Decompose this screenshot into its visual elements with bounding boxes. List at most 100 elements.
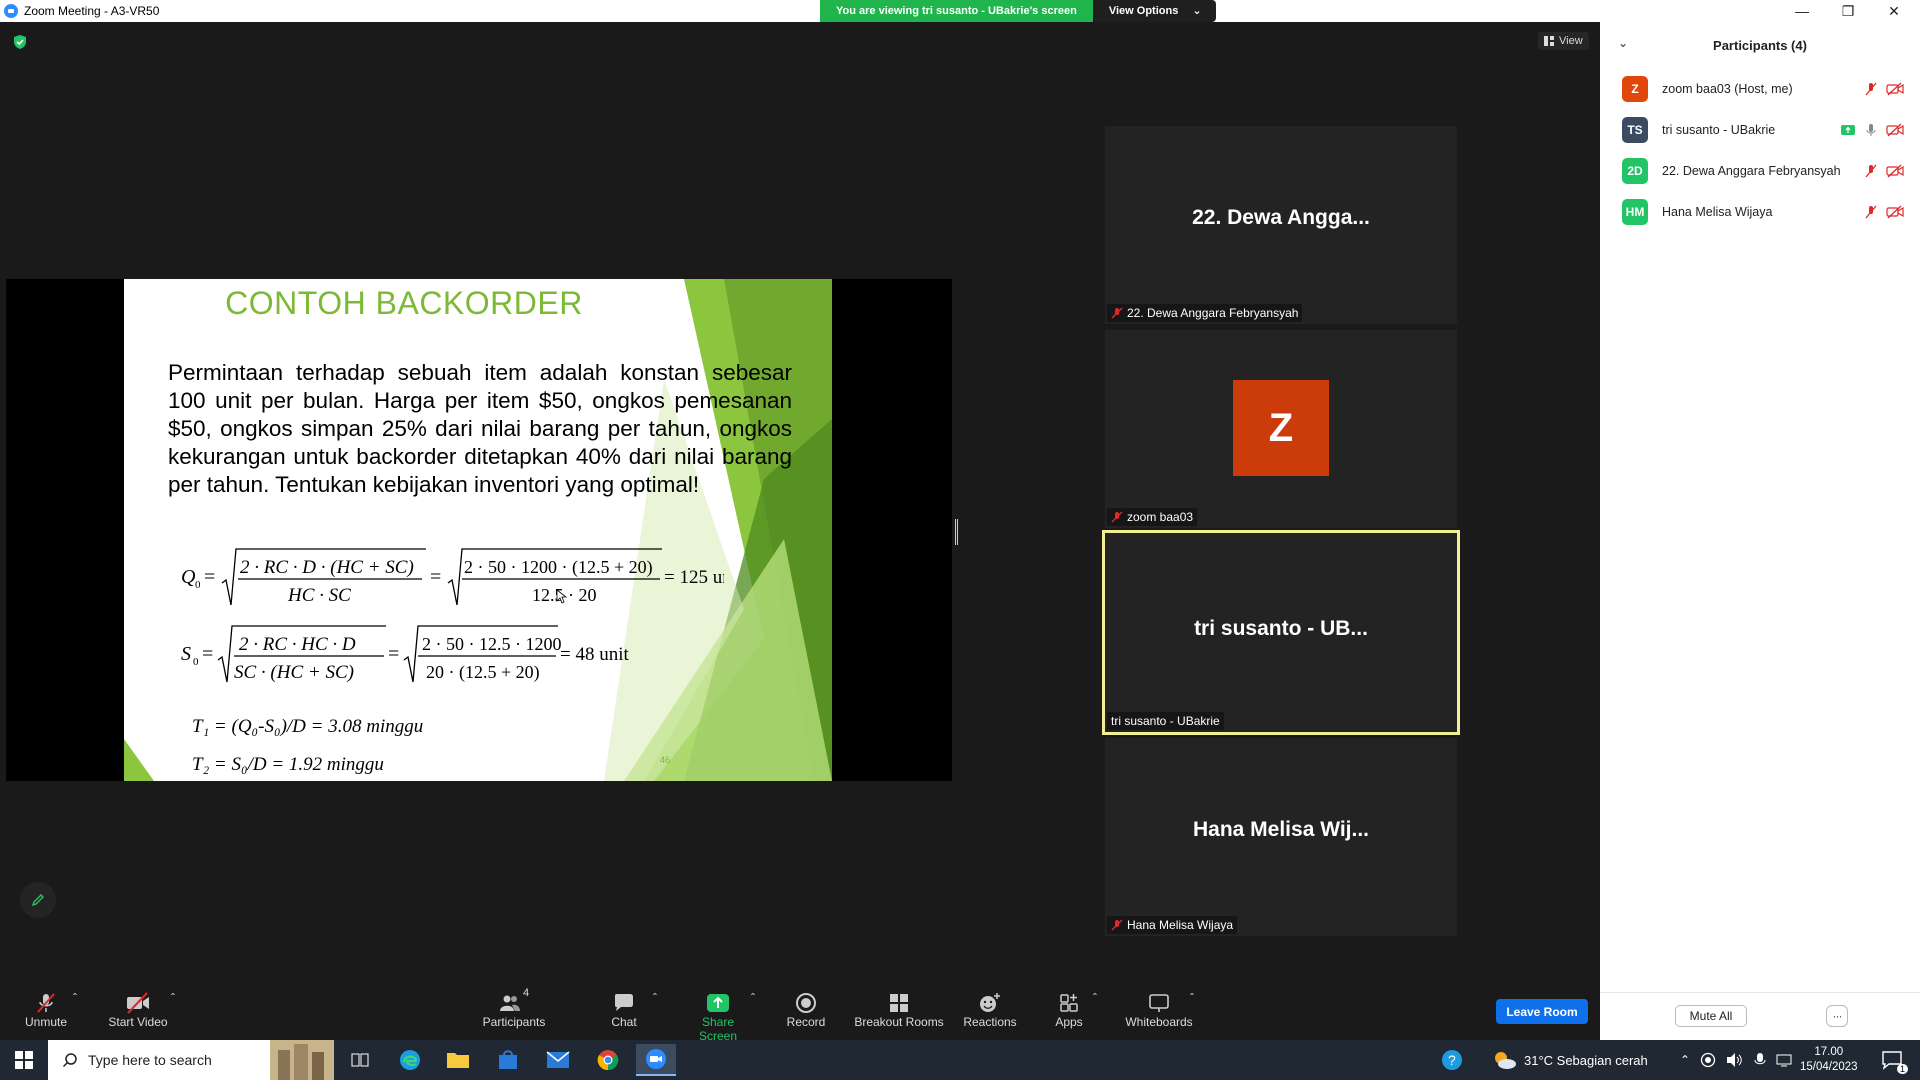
more-options-button[interactable]: ··· (1826, 1005, 1848, 1027)
chevron-down-icon[interactable]: ⌄ (1618, 36, 1628, 50)
video-tile-active-speaker[interactable]: tri susanto - UB... tri susanto - UBakri… (1102, 530, 1460, 735)
windows-logo-icon (15, 1051, 33, 1069)
start-video-button[interactable]: Start Video (106, 991, 170, 1029)
show-hidden-icons-caret[interactable]: ⌃ (1680, 1053, 1690, 1067)
restore-button[interactable]: ❐ (1826, 0, 1870, 22)
whiteboards-button[interactable]: Whiteboards (1124, 991, 1194, 1029)
share-screen-button[interactable]: Share Screen (682, 991, 754, 1043)
audio-options-caret[interactable]: ˆ (73, 991, 77, 1005)
annotate-button[interactable] (20, 882, 56, 918)
video-off-icon (1886, 164, 1904, 177)
video-off-icon (1886, 82, 1904, 95)
q0-lhs: Q (181, 566, 196, 588)
q0-formula: Q 0 = 2 · RC · D · (HC + SC) HC · SC = 2… (181, 548, 724, 606)
window-title: Zoom Meeting - A3-VR50 (24, 4, 160, 18)
meeting-toolbar: Unmute ˆ Start Video ˆ 4 Participants Ch… (0, 975, 1600, 1043)
whiteboard-icon (1149, 994, 1169, 1012)
mic-muted-icon (1111, 511, 1123, 523)
apps-label: Apps (1055, 1015, 1083, 1029)
s0-lhs-sub: 0 (193, 656, 199, 668)
slide-green-decoration (124, 279, 832, 781)
edge-app[interactable] (390, 1044, 430, 1076)
task-view-button[interactable] (340, 1044, 380, 1076)
participants-panel-title: Participants (4) (1713, 37, 1807, 53)
participants-button[interactable]: 4 Participants (478, 987, 550, 1029)
viewing-status: You are viewing tri susanto - UBakrie's … (820, 0, 1093, 22)
q0-numerator: 2 · RC · D · (HC + SC) (240, 557, 414, 578)
share-screen-icon (707, 994, 729, 1012)
breakout-rooms-label: Breakout Rooms (854, 1015, 944, 1029)
participants-label: Participants (482, 1015, 546, 1029)
apps-options-caret[interactable]: ˆ (1093, 991, 1097, 1005)
taskbar-search[interactable]: Type here to search (48, 1040, 334, 1080)
video-tile[interactable]: 22. Dewa Angga... 22. Dewa Anggara Febry… (1105, 126, 1457, 324)
q0-denominator: HC · SC (287, 585, 351, 606)
svg-text:=: = (430, 566, 441, 588)
grid-view-icon (1544, 36, 1554, 46)
store-app[interactable] (488, 1044, 528, 1076)
windows-taskbar: Type here to search ? 31°C Sebagian cera… (0, 1040, 1920, 1080)
start-button[interactable] (4, 1044, 44, 1076)
text-cursor-icon (556, 589, 567, 604)
microphone-tray-icon[interactable] (1754, 1052, 1766, 1068)
chevron-down-icon: ⌄ (1192, 5, 1202, 17)
reactions-button[interactable]: Reactions (962, 991, 1018, 1029)
file-explorer-app[interactable] (438, 1044, 478, 1076)
record-button[interactable]: Record (784, 991, 828, 1029)
breakout-rooms-button[interactable]: Breakout Rooms (854, 991, 944, 1029)
s0-formula: S 0 = 2 · RC · HC · D SC · (HC + SC) = 2… (181, 625, 629, 683)
unmute-label: Unmute (24, 1015, 68, 1029)
split-resize-handle[interactable] (955, 519, 958, 545)
chat-options-caret[interactable]: ˆ (653, 991, 657, 1005)
minimize-button[interactable]: — (1780, 0, 1824, 22)
mute-all-button[interactable]: Mute All (1675, 1005, 1747, 1027)
network-icon[interactable] (1776, 1052, 1794, 1068)
notification-count: 1 (1896, 1064, 1908, 1074)
unmute-button[interactable]: Unmute (22, 991, 70, 1029)
apps-button[interactable]: Apps (1052, 991, 1086, 1029)
svg-text:=: = (202, 643, 213, 665)
screen-sharing-icon (1841, 124, 1855, 135)
view-options-button[interactable]: View Options ⌄ (1092, 0, 1216, 22)
mail-app[interactable] (538, 1044, 578, 1076)
volume-icon[interactable] (1726, 1052, 1744, 1068)
chrome-app[interactable] (588, 1044, 628, 1076)
tile-participant-name: zoom baa03 (1127, 510, 1194, 524)
participant-row[interactable]: TS tri susanto - UBakrie (1600, 109, 1920, 150)
close-button[interactable]: ✕ (1872, 0, 1916, 22)
task-view-icon (351, 1053, 369, 1067)
participant-name: Hana Melisa Wijaya (1662, 204, 1773, 219)
s0-result: = 48 unit (560, 644, 629, 665)
security-shield-icon[interactable] (12, 34, 28, 50)
q0-result: = 125 unit (664, 567, 724, 588)
participant-name: 22. Dewa Anggara Febryansyah (1662, 163, 1841, 178)
video-options-caret[interactable]: ˆ (171, 991, 175, 1005)
record-tray-icon[interactable] (1700, 1052, 1716, 1068)
system-tray: ⌃ (1680, 1040, 1794, 1080)
notifications-button[interactable]: 1 (1872, 1044, 1912, 1076)
help-button[interactable]: ? (1432, 1044, 1472, 1076)
participants-count: 4 (522, 987, 530, 999)
video-tile[interactable]: Z zoom baa03 (1105, 330, 1457, 528)
search-highlight-image (270, 1040, 334, 1080)
clock[interactable]: 17.00 15/04/2023 (1800, 1040, 1858, 1080)
weather-widget[interactable]: 31°C Sebagian cerah (1492, 1040, 1648, 1080)
zoom-app[interactable] (636, 1044, 676, 1076)
participant-row[interactable]: Z zoom baa03 (Host, me) (1600, 68, 1920, 109)
leave-room-button[interactable]: Leave Room (1496, 999, 1588, 1024)
mic-muted-icon (1111, 919, 1123, 931)
chat-button[interactable]: Chat (598, 991, 650, 1029)
view-button[interactable]: View (1538, 32, 1589, 50)
participant-row[interactable]: 2D 22. Dewa Anggara Febryansyah (1600, 150, 1920, 191)
participant-row[interactable]: HM Hana Melisa Wijaya (1600, 191, 1920, 232)
video-tile[interactable]: Hana Melisa Wij... Hana Melisa Wijaya (1105, 738, 1457, 936)
weather-text: 31°C Sebagian cerah (1524, 1052, 1648, 1068)
share-options-caret[interactable]: ˆ (751, 991, 755, 1005)
tile-label: tri susanto - UBakrie (1107, 712, 1224, 730)
presentation-slide: CONTOH BACKORDER Permintaan terhadap seb… (124, 279, 832, 781)
whiteboard-options-caret[interactable]: ˆ (1190, 991, 1194, 1005)
svg-text:?: ? (1448, 1052, 1456, 1068)
participant-name: tri susanto - UBakrie (1662, 122, 1776, 137)
edge-icon (400, 1050, 420, 1070)
search-placeholder: Type here to search (88, 1052, 212, 1068)
